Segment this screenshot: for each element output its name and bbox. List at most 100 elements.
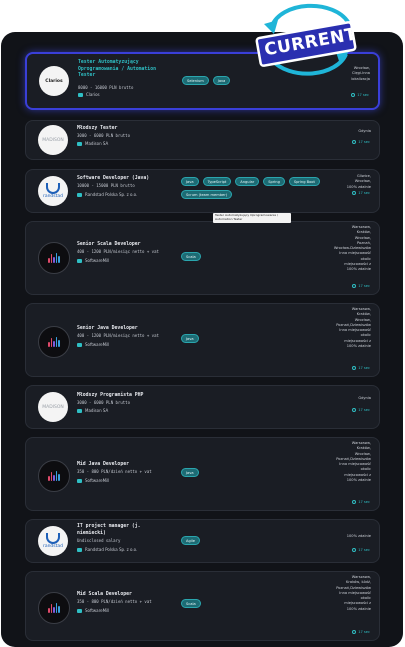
job-title[interactable]: Senior Scala Developer bbox=[77, 242, 197, 249]
clock-icon bbox=[352, 500, 357, 504]
tag-list: Java bbox=[181, 468, 321, 477]
tag-list: Java TypeScript Angular Spring Spring Bo… bbox=[181, 177, 321, 199]
job-location: Gdynia bbox=[358, 129, 371, 133]
building-icon bbox=[77, 547, 82, 552]
job-title[interactable]: Mid Java Developer bbox=[77, 462, 197, 469]
job-card[interactable]: MADISON Młodszy Tester 3000 - 6000 PLN b… bbox=[25, 120, 380, 160]
job-time: 17 sec bbox=[352, 191, 370, 195]
job-company: Clarios bbox=[78, 92, 100, 97]
tag[interactable]: Agile bbox=[181, 536, 200, 545]
job-location: 100% zdalnie bbox=[346, 534, 371, 538]
job-card[interactable]: Mid Scala Developer 350 - 800 PLN/dzień … bbox=[25, 571, 380, 641]
current-badge: CURRENT bbox=[250, 2, 362, 80]
tag[interactable]: Java bbox=[181, 177, 199, 186]
company-logo: randstad bbox=[38, 526, 68, 556]
job-company: SoftwareMill bbox=[77, 258, 109, 263]
job-company: Madison SA bbox=[77, 141, 108, 146]
job-time: 17 sec bbox=[352, 500, 370, 504]
job-company: Randstad Polska Sp. z o.o. bbox=[77, 547, 137, 552]
tag-list: Scala bbox=[181, 252, 321, 261]
job-salary: Undisclosed salary bbox=[77, 538, 121, 543]
building-icon bbox=[78, 92, 83, 97]
job-salary: 350 - 800 PLN/dzień netto + vat bbox=[77, 469, 152, 474]
job-company: Madison SA bbox=[77, 408, 108, 413]
job-time: 17 sec bbox=[352, 408, 370, 412]
job-salary: 400 - 1200 PLN/miesiąc netto + vat bbox=[77, 249, 159, 254]
tag-list: Agile bbox=[181, 536, 321, 545]
job-salary: 3000 - 6000 PLN brutto bbox=[77, 133, 130, 138]
tag[interactable]: Angular bbox=[235, 177, 260, 186]
building-icon bbox=[77, 258, 82, 263]
building-icon bbox=[77, 408, 82, 413]
company-logo bbox=[38, 592, 70, 624]
tag[interactable]: Scala bbox=[181, 252, 201, 261]
company-logo: MADISON bbox=[38, 392, 68, 422]
clock-icon bbox=[352, 140, 357, 144]
job-time: 17 sec bbox=[352, 630, 370, 634]
job-title[interactable]: IT project manager (j. niemiecki) bbox=[77, 524, 157, 537]
job-time: 17 sec bbox=[351, 93, 369, 97]
job-company: SoftwareMill bbox=[77, 608, 109, 613]
job-company: SoftwareMill bbox=[77, 342, 109, 347]
job-salary: 350 - 800 PLN/dzień netto + vat bbox=[77, 599, 152, 604]
randstad-logo-icon bbox=[46, 533, 60, 544]
job-card[interactable]: Senior Scala Developer 400 - 1200 PLN/mi… bbox=[25, 221, 380, 295]
job-location: Warszawa, Kraków, Łódź, Poznań,Dziewiszó… bbox=[336, 575, 371, 611]
job-time: 17 sec bbox=[352, 548, 370, 552]
job-salary: 10000 - 15000 PLN brutto bbox=[77, 183, 135, 188]
tag[interactable]: Selenium bbox=[182, 76, 209, 85]
job-list-panel: Clarios Tester Automatyzujący Oprogramow… bbox=[1, 32, 403, 647]
job-title[interactable]: Tester Automatyzujący Oprogramowania / A… bbox=[78, 60, 173, 80]
clock-icon bbox=[352, 548, 357, 552]
tag[interactable]: Java bbox=[212, 76, 231, 85]
tag[interactable]: Scala bbox=[181, 599, 201, 608]
company-logo bbox=[38, 460, 70, 492]
building-icon bbox=[77, 478, 82, 483]
tag[interactable]: Scrum (team member) bbox=[181, 190, 233, 199]
job-card[interactable]: randstad IT project manager (j. niemieck… bbox=[25, 519, 380, 563]
job-title[interactable]: Senior Java Developer bbox=[77, 326, 197, 333]
job-card[interactable]: MADISON Młodszy Programista PHP 3000 - 6… bbox=[25, 385, 380, 429]
company-logo bbox=[38, 326, 70, 358]
building-icon bbox=[77, 342, 82, 347]
tooltip: Tester Automatyzujący Oprogramowania / A… bbox=[213, 213, 291, 223]
job-card[interactable]: Senior Java Developer 400 - 1200 PLN/mie… bbox=[25, 303, 380, 377]
company-logo: MADISON bbox=[38, 125, 68, 155]
company-logo: randstad bbox=[38, 176, 68, 206]
job-salary: 3000 - 6000 PLN brutto bbox=[77, 400, 130, 405]
job-location: Warszawa, Kraków, Wrocław, Poznań,Dziewi… bbox=[336, 441, 371, 483]
job-time: 17 sec bbox=[352, 284, 370, 288]
job-card[interactable]: Mid Java Developer 350 - 800 PLN/dzień n… bbox=[25, 437, 380, 511]
job-title[interactable]: Software Developer (Java) bbox=[77, 176, 187, 183]
randstad-logo-icon bbox=[46, 183, 60, 194]
clock-icon bbox=[352, 191, 357, 195]
building-icon bbox=[77, 141, 82, 146]
job-title[interactable]: Mid Scala Developer bbox=[77, 592, 197, 599]
job-salary: 400 - 1200 PLN/miesiąc netto + vat bbox=[77, 333, 159, 338]
clock-icon bbox=[352, 284, 357, 288]
softwaremill-logo-icon bbox=[48, 603, 60, 613]
softwaremill-logo-icon bbox=[48, 471, 60, 481]
tag-list: Java bbox=[181, 334, 321, 343]
tag[interactable]: Java bbox=[181, 334, 199, 343]
company-logo bbox=[38, 242, 70, 274]
job-card[interactable]: randstad Software Developer (Java) 10000… bbox=[25, 169, 380, 213]
job-location: Gdynia bbox=[358, 396, 371, 400]
clock-icon bbox=[352, 408, 357, 412]
tag[interactable]: Java bbox=[181, 468, 199, 477]
softwaremill-logo-icon bbox=[48, 253, 60, 263]
company-logo: Clarios bbox=[39, 66, 69, 96]
building-icon bbox=[77, 192, 82, 197]
job-company: Randstad Polska Sp. z o.o. bbox=[77, 192, 137, 197]
job-location: Warszawa, Kraków, Wrocław, Poznań, Wrocł… bbox=[333, 225, 371, 272]
job-location: Warszawa, Kraków, Wrocław, Poznań,Dziewi… bbox=[336, 307, 371, 349]
building-icon bbox=[77, 608, 82, 613]
job-title[interactable]: Młodszy Programista PHP bbox=[77, 393, 197, 400]
tag[interactable]: TypeScript bbox=[202, 177, 232, 186]
clock-icon bbox=[352, 630, 357, 634]
softwaremill-logo-icon bbox=[48, 337, 60, 347]
tag-list: Scala bbox=[181, 599, 321, 608]
job-location: Gliwice, Wrocław, 100% zdalnie bbox=[346, 174, 371, 189]
job-title[interactable]: Młodszy Tester bbox=[77, 126, 172, 133]
tag[interactable]: Spring bbox=[263, 177, 285, 186]
